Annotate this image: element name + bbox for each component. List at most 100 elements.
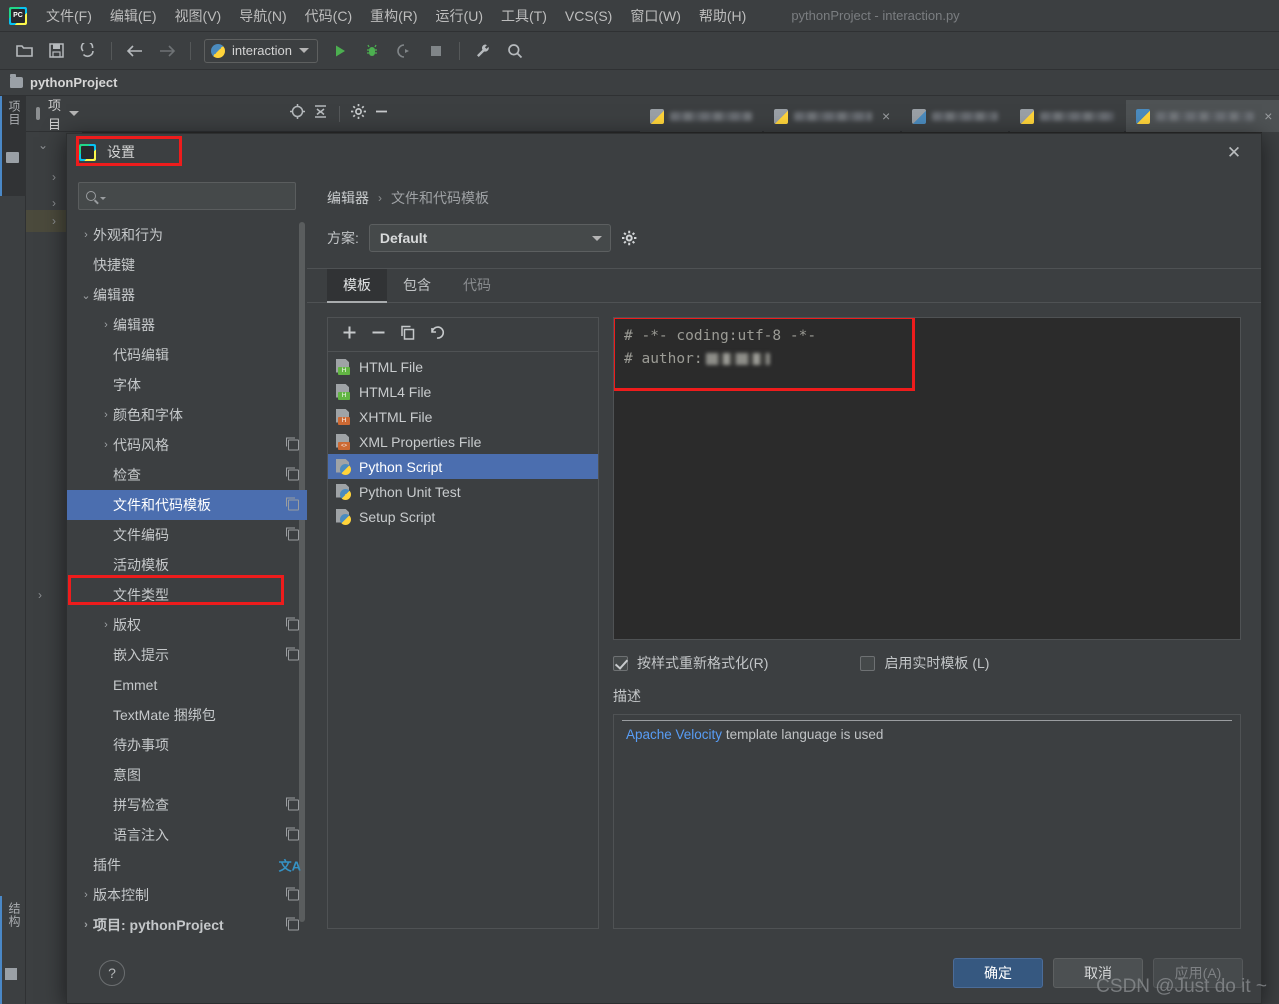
tree-item-editor-general[interactable]: › 编辑器 — [67, 310, 307, 340]
tree-item-project[interactable]: › 项目: pythonProject — [67, 910, 307, 940]
run-play-icon[interactable] — [327, 38, 353, 64]
template-item-xhtml-file[interactable]: H XHTML File — [328, 404, 598, 429]
menu-item-file[interactable]: 文件(F) — [37, 3, 101, 29]
tree-item-keymap[interactable]: 快捷键 — [67, 250, 307, 280]
tree-item-spelling[interactable]: 拼写检查 — [67, 790, 307, 820]
menu-item-navigate[interactable]: 导航(N) — [230, 3, 295, 29]
close-icon[interactable]: × — [882, 108, 890, 124]
editor-tab-4[interactable] — [1010, 100, 1125, 132]
structure-icon[interactable] — [5, 968, 17, 980]
run-configuration-selector[interactable]: interaction — [204, 38, 318, 63]
tree-item-textmate-bundles[interactable]: TextMate 捆绑包 — [67, 700, 307, 730]
template-code-editor[interactable]: # -*- coding:utf-8 -*- # author: — [613, 317, 1241, 640]
menu-item-edit[interactable]: 编辑(E) — [101, 3, 166, 29]
menu-bar: 文件(F) 编辑(E) 视图(V) 导航(N) 代码(C) 重构(R) 运行(U… — [0, 0, 1279, 32]
chevron-down-icon[interactable] — [69, 111, 80, 116]
reformat-checkbox[interactable] — [613, 655, 628, 671]
python-file-icon — [336, 508, 351, 525]
refresh-icon[interactable] — [75, 38, 101, 64]
xhtml-file-icon: H — [336, 408, 351, 425]
tree-item-emmet[interactable]: Emmet — [67, 670, 307, 700]
editor-tab-3[interactable] — [902, 100, 1009, 132]
gear-icon[interactable] — [621, 230, 637, 246]
editor-tab-active[interactable]: × — [1126, 100, 1279, 132]
minimize-icon[interactable] — [373, 103, 390, 125]
tool-window-title: 项目 — [48, 97, 62, 132]
gear-icon[interactable] — [350, 103, 367, 125]
tree-item-file-encodings[interactable]: 文件编码 — [67, 520, 307, 550]
tree-item-appearance[interactable]: › 外观和行为 — [67, 220, 307, 250]
tree-item-copyright[interactable]: › 版权 — [67, 610, 307, 640]
live-templates-checkbox[interactable] — [860, 655, 876, 671]
tab-code[interactable]: 代码 — [447, 269, 507, 302]
folder-icon[interactable] — [6, 152, 19, 163]
wrench-icon[interactable] — [470, 38, 496, 64]
left-strip-project-label[interactable]: 项目 — [6, 100, 23, 126]
template-item-xml-properties-file[interactable]: <> XML Properties File — [328, 429, 598, 454]
template-item-setup-script[interactable]: Setup Script — [328, 504, 598, 529]
tree-item-inlay-hints[interactable]: 嵌入提示 — [67, 640, 307, 670]
menu-item-help[interactable]: 帮助(H) — [690, 3, 755, 29]
copy-settings-icon — [286, 887, 299, 901]
breadcrumb-separator: › — [378, 191, 382, 205]
tab-templates[interactable]: 模板 — [327, 269, 387, 303]
tree-item-inspections[interactable]: 检查 — [67, 460, 307, 490]
dialog-title-bar: 设置 ✕ — [67, 134, 1261, 170]
search-icon[interactable] — [502, 38, 528, 64]
menu-item-vcs[interactable]: VCS(S) — [556, 5, 621, 27]
menu-item-run[interactable]: 运行(U) — [427, 3, 492, 29]
apache-velocity-link[interactable]: Apache Velocity — [626, 727, 722, 742]
tree-item-label: 意图 — [113, 767, 141, 783]
save-icon[interactable] — [43, 38, 69, 64]
chevron-down-icon[interactable]: ⌄ — [38, 138, 48, 152]
open-folder-icon[interactable] — [11, 38, 37, 64]
left-strip-structure-label[interactable]: 结构 — [6, 902, 23, 928]
tree-item-todo[interactable]: 待办事项 — [67, 730, 307, 760]
collapse-all-icon[interactable] — [312, 103, 329, 125]
ok-button[interactable]: 确定 — [953, 958, 1043, 988]
chevron-right-icon[interactable]: › — [52, 214, 56, 228]
copy-settings-icon — [286, 917, 299, 931]
menu-item-view[interactable]: 视图(V) — [166, 3, 231, 29]
template-item-html-file[interactable]: H HTML File — [328, 354, 598, 379]
help-icon[interactable]: ? — [99, 960, 125, 986]
menu-item-code[interactable]: 代码(C) — [296, 3, 361, 29]
tree-item-version-control[interactable]: › 版本控制 — [67, 880, 307, 910]
close-icon[interactable]: ✕ — [1225, 144, 1243, 162]
tab-includes[interactable]: 包含 — [387, 269, 447, 302]
search-input[interactable] — [78, 182, 296, 210]
scheme-dropdown[interactable]: Default — [368, 224, 611, 252]
menu-item-refactor[interactable]: 重构(R) — [361, 3, 426, 29]
arrow-left-icon[interactable] — [122, 38, 148, 64]
chevron-right-icon[interactable]: › — [52, 170, 56, 184]
tree-item-code-style[interactable]: › 代码风格 — [67, 430, 307, 460]
chevron-right-icon[interactable]: › — [52, 196, 56, 210]
chevron-right-icon[interactable]: › — [38, 588, 42, 602]
menu-item-window[interactable]: 窗口(W) — [621, 3, 690, 29]
menu-item-tools[interactable]: 工具(T) — [492, 3, 556, 29]
plus-icon[interactable] — [342, 325, 357, 345]
template-item-html4-file[interactable]: H HTML4 File — [328, 379, 598, 404]
breadcrumb: 编辑器 › 文件和代码模板 — [327, 188, 1241, 208]
tree-item-live-templates[interactable]: 活动模板 — [67, 550, 307, 580]
tree-item-editor[interactable]: ⌄ 编辑器 — [67, 280, 307, 310]
tree-item-plugins[interactable]: 插件 文A — [67, 850, 307, 880]
editor-tab-2[interactable]: × — [764, 100, 901, 132]
revert-icon[interactable] — [429, 325, 445, 345]
tree-item-file-and-code-templates[interactable]: 文件和代码模板 — [67, 490, 307, 520]
tree-item-font[interactable]: 字体 — [67, 370, 307, 400]
tree-item-intentions[interactable]: 意图 — [67, 760, 307, 790]
tree-item-file-types[interactable]: 文件类型 — [67, 580, 307, 610]
tree-item-color-scheme[interactable]: › 颜色和字体 — [67, 400, 307, 430]
locate-target-icon[interactable] — [289, 103, 306, 125]
close-icon[interactable]: × — [1264, 108, 1272, 124]
minus-icon[interactable] — [371, 325, 386, 345]
editor-tab-1[interactable] — [640, 100, 762, 132]
debug-bug-icon[interactable] — [359, 38, 385, 64]
tree-item-code-editing[interactable]: 代码编辑 — [67, 340, 307, 370]
template-item-python-script[interactable]: Python Script — [328, 454, 598, 479]
tree-item-label: 代码风格 — [113, 437, 169, 453]
tree-item-language-injections[interactable]: 语言注入 — [67, 820, 307, 850]
template-item-python-unit-test[interactable]: Python Unit Test — [328, 479, 598, 504]
copy-icon[interactable] — [400, 325, 415, 345]
